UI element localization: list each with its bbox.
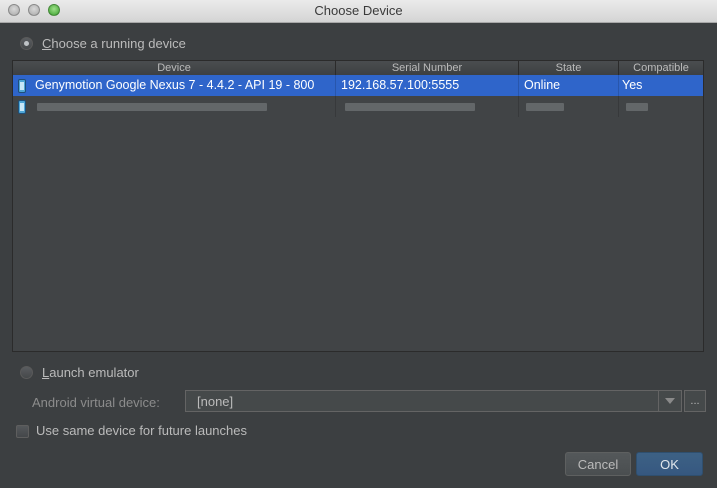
avd-dropdown-arrow[interactable] (658, 391, 681, 411)
cancel-button[interactable]: Cancel (565, 452, 631, 476)
state-cell: Online (519, 75, 619, 96)
redacted-text (37, 102, 267, 111)
choose-device-dialog: Choose Device Choose a running device De… (0, 0, 717, 488)
compatible-cell-redacted (619, 96, 703, 117)
column-header-serial-number[interactable]: Serial Number (336, 61, 519, 75)
column-header-device[interactable]: Device (13, 61, 336, 75)
serial-cell: 192.168.57.100:5555 (336, 75, 519, 96)
phone-icon (18, 78, 26, 93)
choose-running-device-radio[interactable] (20, 37, 33, 50)
choose-running-device-radio-row[interactable]: Choose a running device (20, 36, 186, 51)
compatible-cell: Yes (622, 78, 643, 92)
redacted-text (526, 102, 564, 111)
avd-select-value: [none] (197, 394, 234, 409)
window-title: Choose Device (314, 3, 403, 18)
ok-button[interactable]: OK (636, 452, 703, 476)
state-cell-redacted (519, 96, 619, 117)
column-header-state[interactable]: State (519, 61, 619, 75)
launch-emulator-label: Launch emulator (42, 365, 139, 380)
same-device-label: Use same device for future launches (36, 423, 247, 438)
title-bar: Choose Device (0, 0, 717, 23)
table-header: Device Serial Number State Compatible (13, 61, 703, 76)
launch-emulator-radio-row[interactable]: Launch emulator (20, 365, 139, 380)
choose-running-device-label: Choose a running device (42, 36, 186, 51)
device-cell-redacted (33, 96, 336, 117)
redacted-text (626, 102, 648, 111)
avd-select[interactable]: [none] (185, 390, 682, 412)
table-row[interactable] (13, 96, 703, 117)
avd-browse-button[interactable]: ... (684, 390, 706, 412)
phone-icon (18, 99, 26, 114)
avd-label: Android virtual device: (32, 395, 160, 410)
column-header-compatible[interactable]: Compatible (619, 61, 703, 75)
redacted-text (345, 102, 475, 111)
chevron-down-icon (665, 398, 675, 404)
table-row[interactable]: Genymotion Google Nexus 7 - 4.4.2 - API … (13, 75, 703, 96)
device-cell: Genymotion Google Nexus 7 - 4.4.2 - API … (33, 75, 336, 96)
device-table: Device Serial Number State Compatible Ge… (12, 60, 704, 352)
launch-emulator-radio[interactable] (20, 366, 33, 379)
serial-cell-redacted (336, 96, 519, 117)
same-device-checkbox[interactable] (16, 425, 29, 438)
